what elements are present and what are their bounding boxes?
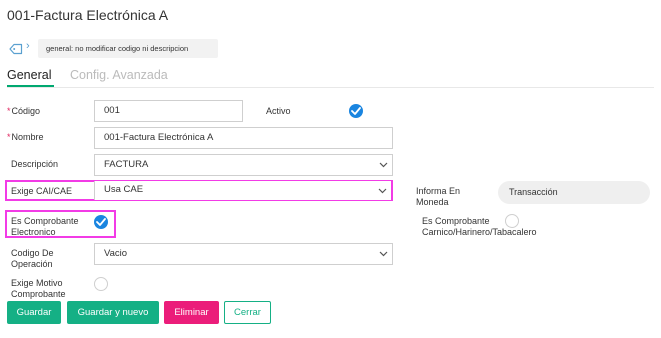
exige-motivo-label: Exige Motivo Comprobante [11, 278, 66, 299]
chevron-right-icon[interactable]: › [26, 40, 30, 52]
codigo-operacion-select[interactable]: Vacio [94, 243, 393, 265]
nombre-label: *Nombre [7, 132, 44, 142]
activo-label: Activo [266, 106, 291, 116]
activo-checkbox[interactable] [349, 104, 363, 118]
exige-cai-label: Exige CAI/CAE [11, 186, 73, 196]
codigo-input[interactable]: 001 [94, 100, 243, 122]
chevron-down-icon [378, 188, 387, 194]
required-asterisk: * [7, 106, 11, 116]
comprobante-carnico-checkbox[interactable] [505, 214, 519, 228]
informa-moneda-field[interactable]: Transacción [498, 181, 650, 204]
tag-icon[interactable] [9, 42, 23, 55]
informa-moneda-label: Informa En Moneda [416, 186, 461, 207]
eliminar-button[interactable]: Eliminar [164, 301, 219, 324]
cerrar-button[interactable]: Cerrar [224, 301, 271, 324]
exige-cai-value: Usa CAE [104, 184, 144, 195]
comprobante-electronico-label: Es Comprobante Electronico [11, 216, 79, 237]
guardar-button[interactable]: Guardar [7, 301, 61, 324]
codigo-label: *Código [7, 106, 41, 116]
guardar-y-nuevo-button[interactable]: Guardar y nuevo [67, 301, 159, 324]
tab-config-avanzada[interactable]: Config. Avanzada [70, 68, 168, 82]
descripcion-value: FACTURA [104, 159, 149, 170]
tabs-divider [7, 87, 654, 88]
descripcion-select[interactable]: FACTURA [94, 154, 393, 176]
comprobante-electronico-checkbox[interactable] [94, 215, 108, 229]
check-icon [351, 107, 361, 115]
tag-note: general: no modificar codigo ni descripc… [38, 39, 218, 58]
descripcion-label: Descripción [11, 159, 59, 169]
chevron-down-icon [379, 162, 388, 168]
chevron-down-icon [379, 251, 388, 257]
comprobante-carnico-label: Es Comprobante Carnico/Harinero/Tabacale… [422, 216, 537, 237]
codigo-operacion-value: Vacio [104, 248, 128, 259]
exige-cai-select[interactable]: Usa CAE [94, 181, 391, 200]
exige-motivo-checkbox[interactable] [94, 277, 108, 291]
tab-general[interactable]: General [7, 68, 51, 82]
check-icon [96, 218, 106, 226]
required-asterisk: * [7, 132, 11, 142]
page-title: 001-Factura Electrónica A [7, 7, 169, 23]
codigo-operacion-label: Codigo De Operación [11, 248, 54, 269]
nombre-input[interactable]: 001-Factura Electrónica A [94, 127, 393, 149]
